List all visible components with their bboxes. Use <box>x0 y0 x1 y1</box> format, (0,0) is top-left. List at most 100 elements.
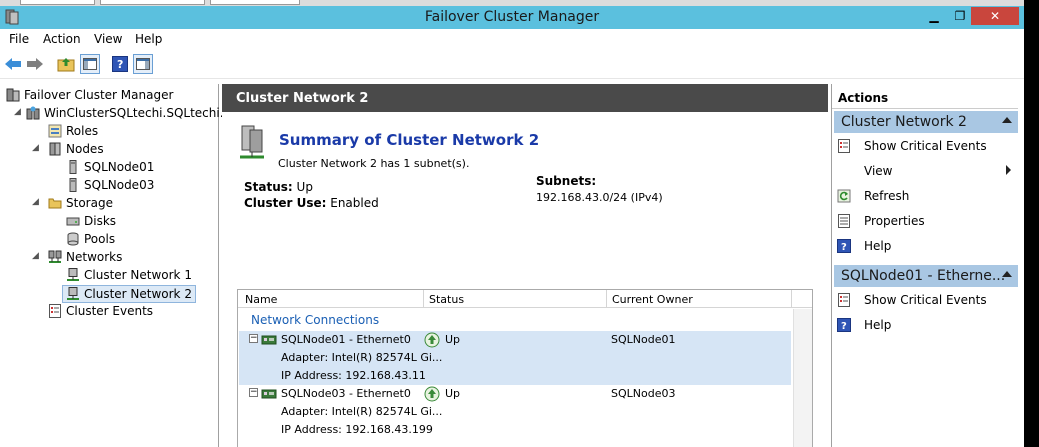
action-help[interactable]: ? Help <box>836 238 891 254</box>
action-show-critical-events[interactable]: Show Critical Events <box>836 292 987 308</box>
tree-label: SQLNode03 <box>84 178 155 192</box>
tree-item-events[interactable]: Cluster Events <box>48 304 153 318</box>
tree-label: Networks <box>66 250 123 264</box>
menu-file[interactable]: File <box>9 32 29 46</box>
tree-item-cluster[interactable]: ◢ WinClusterSQLtechi.SQLtechi.cc <box>14 106 237 120</box>
actions-title: Actions <box>832 87 1018 109</box>
table-row[interactable]: − SQLNode03 - Ethernet0 Up SQLNode03 <box>239 385 791 403</box>
nic-icon <box>261 387 277 404</box>
tree-item-nodes[interactable]: ◢ Nodes <box>32 142 104 156</box>
cluster-use-row: Cluster Use: Enabled <box>244 196 379 210</box>
tree-item-pools[interactable]: Pools <box>66 232 115 246</box>
back-arrow-icon[interactable] <box>3 54 23 74</box>
column-divider[interactable] <box>423 290 424 308</box>
events-icon <box>836 138 852 154</box>
tree-label: WinClusterSQLtechi.SQLtechi.cc <box>44 106 237 120</box>
content-header: Cluster Network 2 <box>222 84 828 112</box>
tree-item-network2-selected[interactable]: Cluster Network 2 <box>62 285 196 303</box>
column-divider[interactable] <box>791 290 792 308</box>
collapse-arrow-icon[interactable]: ◢ <box>32 143 39 153</box>
top-tab[interactable] <box>20 0 95 5</box>
tree-item-storage[interactable]: ◢ Storage <box>32 196 113 210</box>
collapse-arrow-icon[interactable]: ◢ <box>14 107 21 117</box>
up-folder-icon[interactable] <box>56 54 76 74</box>
subnets-label: Subnets: <box>536 174 597 188</box>
menu-help[interactable]: Help <box>135 32 162 46</box>
show-hide-action-pane-icon[interactable] <box>133 54 153 74</box>
tree-item-roles[interactable]: Roles <box>48 124 98 138</box>
connections-grid: Name Status Current Owner Network Connec… <box>237 289 813 447</box>
tree-label: Roles <box>66 124 99 138</box>
forward-arrow-icon[interactable] <box>25 54 45 74</box>
tree-item-node03[interactable]: SQLNode03 <box>66 178 154 192</box>
maximize-button[interactable]: ❐ <box>947 7 973 25</box>
top-tab[interactable] <box>210 0 300 5</box>
column-header-name[interactable]: Name <box>245 293 277 306</box>
section-title: SQLNode01 - Etherne... <box>841 268 1006 284</box>
show-hide-tree-icon[interactable] <box>80 54 100 74</box>
collapse-box-icon[interactable]: − <box>249 388 258 397</box>
tree-label: SQLNode01 <box>84 160 155 174</box>
column-divider[interactable] <box>606 290 607 308</box>
server-icon <box>66 160 80 174</box>
content-pane: Cluster Network 2 Summary of Cluster Net… <box>222 84 828 447</box>
tree-item-disks[interactable]: Disks <box>66 214 116 228</box>
tree-label: Cluster Events <box>66 304 154 318</box>
action-refresh[interactable]: Refresh <box>836 188 909 204</box>
cluster-use-label: Cluster Use: <box>244 196 327 210</box>
menu-view[interactable]: View <box>94 32 122 46</box>
blank-icon <box>836 163 852 179</box>
action-label: Help <box>864 239 892 253</box>
top-tab[interactable] <box>100 0 205 5</box>
adapter-detail: Adapter: Intel(R) 82574L Gi... <box>281 405 443 418</box>
svg-text:?: ? <box>841 242 847 253</box>
collapse-up-icon[interactable] <box>1002 271 1012 277</box>
table-row[interactable]: − SQLNode01 - Ethernet0 Up SQLNode01 <box>239 331 791 349</box>
disk-icon <box>66 214 80 228</box>
pool-icon <box>66 232 80 246</box>
tree-item-root[interactable]: Failover Cluster Manager <box>6 88 173 102</box>
toolbar: ? <box>0 51 1024 79</box>
window-title: Failover Cluster Manager <box>424 9 600 25</box>
grid-scrollbar[interactable] <box>793 309 812 447</box>
help-icon[interactable]: ? <box>110 54 130 74</box>
action-label: View <box>864 164 893 178</box>
collapse-up-icon[interactable] <box>1002 117 1012 123</box>
minimize-button[interactable]: ▁ <box>921 7 947 25</box>
ip-detail: IP Address: 192.168.43.11 <box>281 369 426 382</box>
connection-status: Up <box>445 333 461 346</box>
subnets-value: 192.168.43.0/24 (IPv4) <box>536 191 663 204</box>
group-header: Network Connections <box>251 313 380 327</box>
actions-section-header[interactable]: Cluster Network 2 <box>834 111 1018 133</box>
actions-pane: Actions Cluster Network 2 Show Critical … <box>831 84 1024 447</box>
action-properties[interactable]: Properties <box>836 213 925 229</box>
actions-section-header[interactable]: SQLNode01 - Etherne... <box>834 265 1018 287</box>
action-help[interactable]: ? Help <box>836 317 891 333</box>
tree-label: Nodes <box>66 142 104 156</box>
action-show-critical-events[interactable]: Show Critical Events <box>836 138 987 154</box>
help-icon: ? <box>836 317 852 333</box>
tree-label: Storage <box>66 196 113 210</box>
events-icon <box>48 304 62 318</box>
action-label: Refresh <box>864 189 910 203</box>
column-header-status[interactable]: Status <box>429 293 464 306</box>
connection-status: Up <box>445 387 461 400</box>
menu-action[interactable]: Action <box>43 32 81 46</box>
collapse-arrow-icon[interactable]: ◢ <box>32 197 39 207</box>
navigation-tree: Failover Cluster Manager ◢ WinClusterSQL… <box>0 84 237 447</box>
action-view[interactable]: View <box>836 163 1016 179</box>
collapse-arrow-icon[interactable]: ◢ <box>32 251 39 261</box>
action-label: Show Critical Events <box>864 139 987 153</box>
collapse-box-icon[interactable]: − <box>249 334 258 343</box>
svg-text:?: ? <box>841 321 847 332</box>
tree-item-network1[interactable]: Cluster Network 1 <box>66 268 192 282</box>
tree-label: Disks <box>84 214 117 228</box>
close-button[interactable]: ✕ <box>971 7 1019 25</box>
svg-text:?: ? <box>117 58 123 71</box>
action-label: Help <box>864 318 892 332</box>
tree-item-node01[interactable]: SQLNode01 <box>66 160 154 174</box>
table-row-detail: IP Address: 192.168.43.199 <box>239 421 791 439</box>
roles-icon <box>48 124 62 138</box>
tree-item-networks[interactable]: ◢ Networks <box>32 250 122 264</box>
column-header-owner[interactable]: Current Owner <box>612 293 693 306</box>
